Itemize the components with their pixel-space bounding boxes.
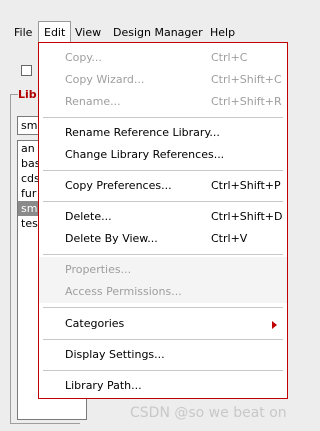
menu-item-copy-preferences[interactable]: Copy Preferences... Ctrl+Shift+P — [39, 175, 287, 197]
menu-item-display-settings[interactable]: Display Settings... — [39, 344, 287, 366]
menu-item-shortcut: Ctrl+V — [211, 232, 248, 245]
menu-item-change-library-references[interactable]: Change Library References... — [39, 144, 287, 166]
menu-item-label: Delete By View... — [65, 232, 158, 245]
menu-item-shortcut: Ctrl+Shift+C — [211, 73, 282, 86]
menu-separator — [43, 307, 283, 308]
menu-item-label: Properties... — [65, 263, 132, 276]
option-checkbox[interactable] — [21, 65, 32, 76]
menu-separator — [43, 201, 283, 202]
menu-file[interactable]: File — [9, 22, 37, 43]
menu-item-label: Library Path... — [65, 379, 142, 392]
menu-edit[interactable]: Edit — [37, 21, 72, 44]
menu-item-library-path[interactable]: Library Path... — [39, 375, 287, 397]
library-manager-window: File Edit View Design Manager Help Lib s… — [0, 0, 302, 431]
menu-item-label: Copy Preferences... — [65, 179, 172, 192]
menu-item-label: Copy... — [65, 51, 102, 64]
menu-item-shortcut: Ctrl+Shift+P — [211, 179, 281, 192]
edit-menu-dropdown: Copy... Ctrl+C Copy Wizard... Ctrl+Shift… — [38, 42, 288, 399]
menu-item-shortcut: Ctrl+C — [211, 51, 248, 64]
menu-design-manager[interactable]: Design Manager — [108, 22, 208, 43]
menubar: File Edit View Design Manager Help — [0, 21, 302, 44]
menu-item-label: Rename Reference Library... — [65, 126, 220, 139]
menu-item-copy-wizard: Copy Wizard... Ctrl+Shift+C — [39, 69, 287, 91]
menu-item-categories[interactable]: Categories — [39, 313, 287, 335]
menu-item-access-permissions: Access Permissions... — [39, 281, 287, 303]
menu-item-delete-by-view[interactable]: Delete By View... Ctrl+V — [39, 228, 287, 250]
menu-item-properties: Properties... — [39, 259, 287, 281]
menu-item-label: Copy Wizard... — [65, 73, 145, 86]
menu-help[interactable]: Help — [205, 22, 240, 43]
menu-view[interactable]: View — [70, 22, 106, 43]
menu-item-label: Display Settings... — [65, 348, 165, 361]
submenu-arrow-icon — [272, 321, 277, 329]
menu-item-delete[interactable]: Delete... Ctrl+Shift+D — [39, 206, 287, 228]
menu-item-rename: Rename... Ctrl+Shift+R — [39, 91, 287, 113]
menu-separator — [43, 339, 283, 340]
menu-separator — [43, 254, 283, 255]
menu-separator — [43, 117, 283, 118]
menu-item-label: Categories — [65, 317, 125, 330]
menu-item-shortcut: Ctrl+Shift+D — [211, 210, 283, 223]
menu-separator — [43, 170, 283, 171]
menu-item-copy: Copy... Ctrl+C — [39, 47, 287, 69]
menu-item-shortcut: Ctrl+Shift+R — [211, 95, 282, 108]
menu-item-label: Change Library References... — [65, 148, 225, 161]
menu-item-label: Rename... — [65, 95, 121, 108]
menu-item-label: Delete... — [65, 210, 112, 223]
menu-item-rename-reference-library[interactable]: Rename Reference Library... — [39, 122, 287, 144]
library-group-label: Lib — [18, 88, 39, 101]
menu-item-label: Access Permissions... — [65, 285, 182, 298]
watermark-text: CSDN @so we beat on — [130, 405, 287, 421]
menu-separator — [43, 370, 283, 371]
